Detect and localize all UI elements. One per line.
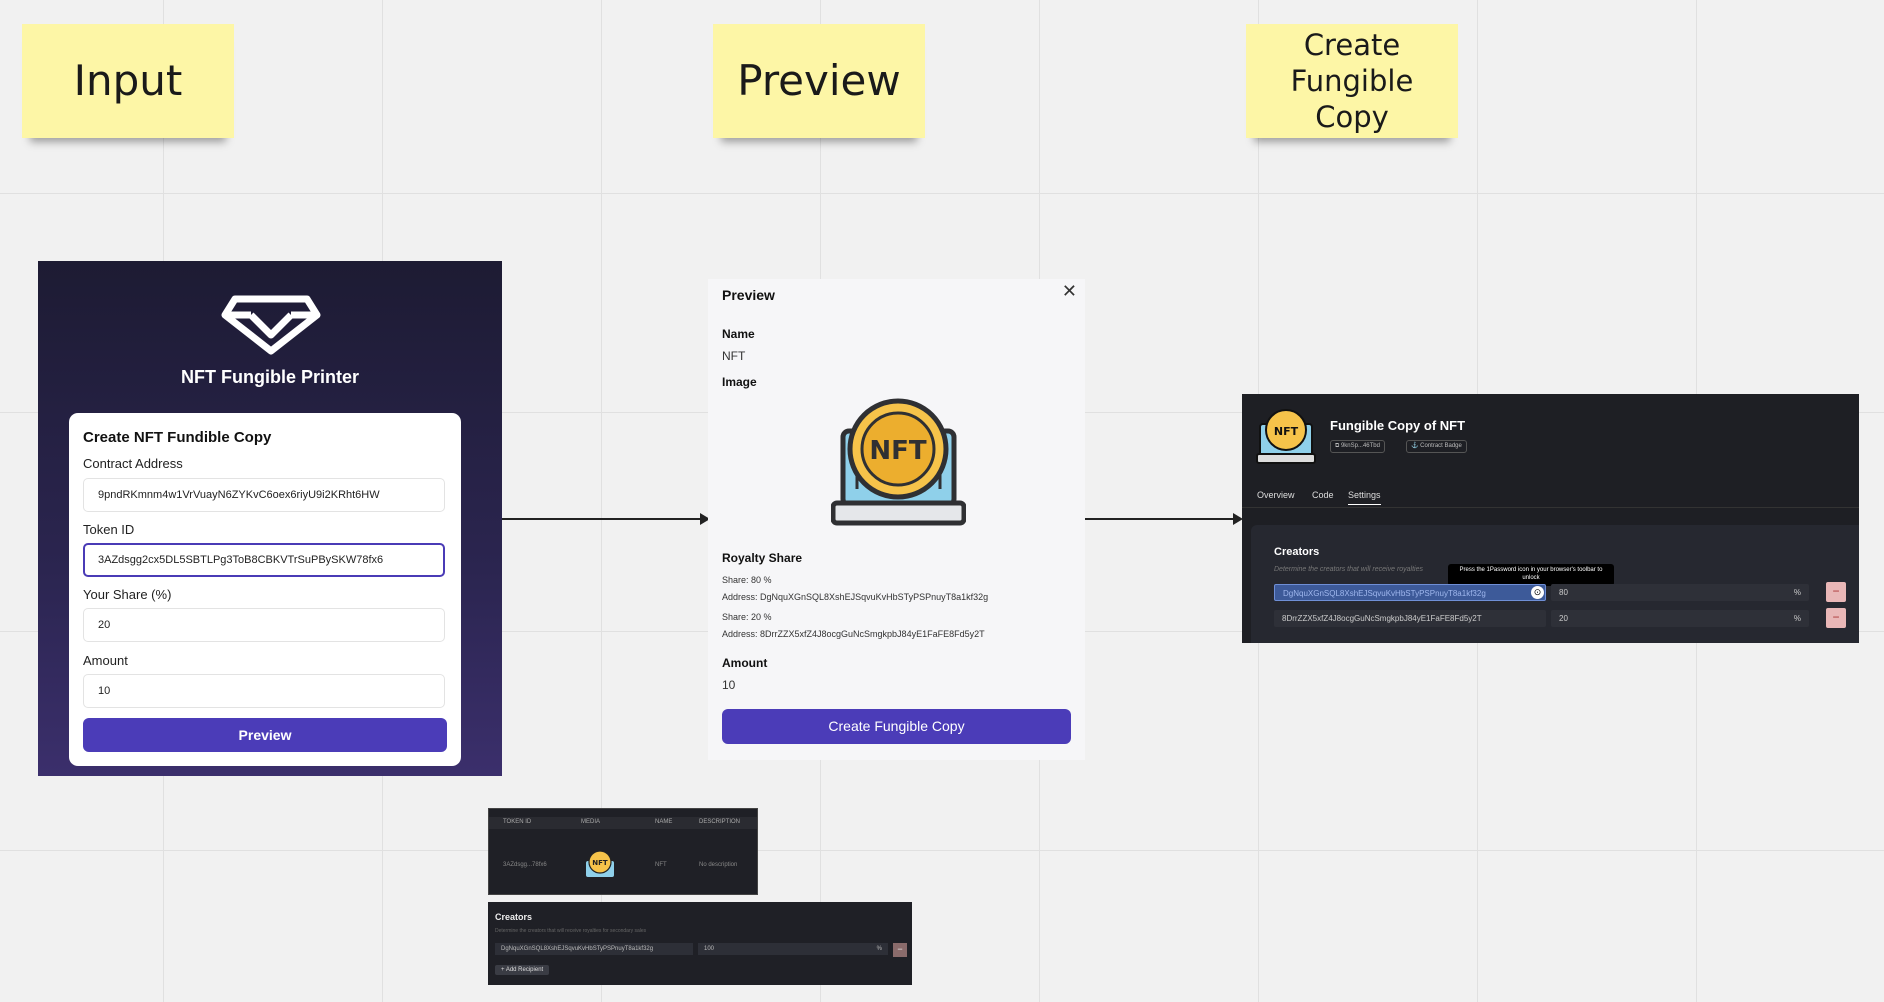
pill2-text: Contract Badge [1420, 443, 1462, 449]
name-value: NFT [722, 349, 746, 363]
thumb-creators-title: Creators [495, 912, 533, 922]
create-fungible-copy-button[interactable]: Create Fungible Copy [722, 709, 1071, 744]
create-form-card: Create NFT Fundible Copy Contract Addres… [69, 413, 461, 766]
thumb-col-desc: DESCRIPTION [699, 819, 741, 825]
royalty-address-2: Address: 8DrrZZX5xfZ4J8ocgGuNcSmgkpbJ84y… [722, 629, 985, 639]
thumb-col-media: MEDIA [581, 819, 601, 825]
svg-text:NFT: NFT [1274, 425, 1299, 438]
result-screenshot: NFT Fungible Copy of NFT ⧉ 9knSp...46Tbd… [1242, 394, 1859, 643]
nft-coin-text: NFT [869, 436, 927, 466]
sticky-input-text: Input [73, 55, 183, 105]
result-title: Fungible Copy of NFT [1330, 418, 1466, 433]
contract-address-label: Contract Address [83, 456, 183, 471]
thumb-name-value: NFT [655, 862, 667, 868]
share-unit-2: % [1793, 614, 1801, 623]
sticky-input[interactable]: Input [22, 24, 234, 138]
creator-share-input-2[interactable]: 20% [1551, 610, 1809, 627]
arrow-preview-to-create [1085, 513, 1243, 525]
sticky-preview[interactable]: Preview [713, 24, 925, 138]
preview-amount-value: 10 [722, 678, 736, 692]
name-label: Name [722, 327, 755, 341]
svg-text:NFT: NFT [592, 859, 608, 867]
thumb-creator-address[interactable]: DgNquXGnSQL8XshEJSqvuKvHbSTyPSPnuyT8a1kf… [495, 943, 693, 955]
thumb-desc-value: No description [699, 862, 738, 868]
pill1-text: 9knSp...46Tbd [1340, 443, 1380, 449]
nft-avatar-icon: NFT [1256, 409, 1316, 464]
creator-address-input-1[interactable]: DgNquXGnSQL8XshEJSqvuKvHbSTyPSPnuyT8a1kf… [1274, 584, 1546, 601]
preview-modal: Preview ✕ Name NFT Image NFT Royalty Sha… [708, 279, 1085, 760]
diamond-logo-icon [221, 295, 321, 355]
input-panel: NFT Fungible Printer Create NFT Fundible… [38, 261, 502, 776]
thumb-creators-desc: Determine the creators that will receive… [495, 928, 647, 934]
preview-button[interactable]: Preview [83, 718, 447, 752]
share-value-2: 20 [1559, 614, 1568, 623]
nft-laptop-icon: NFT [831, 398, 966, 526]
thumb-col-name: NAME [655, 819, 673, 825]
thumb-share-unit: % [876, 946, 882, 952]
thumb-token-table: TOKEN ID MEDIA NAME DESCRIPTION 3AZdsgg.… [488, 808, 758, 895]
app-title: NFT Fungible Printer [181, 367, 359, 387]
1password-icon[interactable]: ⊙ [1531, 586, 1544, 599]
sticky-preview-text: Preview [737, 55, 901, 105]
thumb-add-recipient-button[interactable]: + Add Recipient [495, 965, 550, 975]
remove-creator-button-1[interactable]: − [1826, 582, 1846, 602]
card-title: Create NFT Fundible Copy [83, 429, 272, 446]
amount-label: Amount [83, 653, 128, 668]
thumb-creator-share[interactable]: 100% [698, 943, 888, 955]
amount-input[interactable]: 10 [83, 674, 445, 708]
contract-badge-pill[interactable]: ⚓ Contract Badge [1406, 440, 1467, 453]
tab-settings[interactable]: Settings [1348, 490, 1381, 505]
tab-code[interactable]: Code [1312, 490, 1334, 500]
thumb-remove-button[interactable]: − [893, 943, 907, 957]
tab-divider [1242, 507, 1859, 508]
remove-creator-button-2[interactable]: − [1826, 608, 1846, 628]
contract-address-input[interactable]: 9pndRKmnm4w1VrVuayN6ZYKvC6oex6riyU9i2KRh… [83, 478, 445, 512]
token-id-input[interactable]: 3AZdsgg2cx5DL5SBTLPg3ToB8CBKVTrSuPBySKW7… [83, 543, 445, 577]
sticky-create[interactable]: Create Fungible Copy [1246, 24, 1458, 138]
image-label: Image [722, 375, 757, 389]
royalty-label: Royalty Share [722, 551, 803, 565]
1password-tooltip: Press the 1Password icon in your browser… [1448, 564, 1614, 586]
creators-desc: Determine the creators that will receive… [1274, 566, 1424, 573]
tab-overview[interactable]: Overview [1257, 490, 1295, 500]
share-label: Your Share (%) [83, 587, 172, 602]
arrow-input-to-preview [502, 513, 710, 525]
contract-address-pill[interactable]: ⧉ 9knSp...46Tbd [1330, 440, 1385, 453]
thumb-token-value: 3AZdsgg...78fx6 [503, 862, 547, 868]
share-value-1: 80 [1559, 588, 1568, 597]
creator-address-input-2[interactable]: 8DrrZZX5xfZ4J8ocgGuNcSmgkpbJ84yE1FaFE8Fd… [1274, 610, 1546, 627]
thumb-col-token: TOKEN ID [503, 819, 532, 825]
creators-section: Creators Determine the creators that wil… [1251, 525, 1859, 643]
badge-icon: ⚓ [1411, 443, 1421, 449]
preview-title: Preview [722, 287, 775, 303]
royalty-share-2: Share: 20 % [722, 612, 772, 622]
share-input[interactable]: 20 [83, 608, 445, 642]
token-id-label: Token ID [83, 522, 135, 537]
creators-title: Creators [1274, 546, 1320, 558]
share-unit-1: % [1793, 588, 1801, 597]
royalty-address-1: Address: DgNquXGnSQL8XshEJSqvuKvHbSTyPSP… [722, 592, 989, 602]
thumb-share-value: 100 [704, 946, 715, 952]
sticky-create-text: Create Fungible Copy [1290, 27, 1414, 135]
royalty-share-1: Share: 80 % [722, 575, 772, 585]
preview-amount-label: Amount [722, 656, 768, 670]
creator-share-input-1[interactable]: 80% [1551, 584, 1809, 601]
thumb-nft-icon: NFT [586, 850, 614, 877]
close-icon[interactable]: ✕ [1062, 281, 1077, 302]
thumb-creators: Creators Determine the creators that wil… [488, 902, 912, 985]
